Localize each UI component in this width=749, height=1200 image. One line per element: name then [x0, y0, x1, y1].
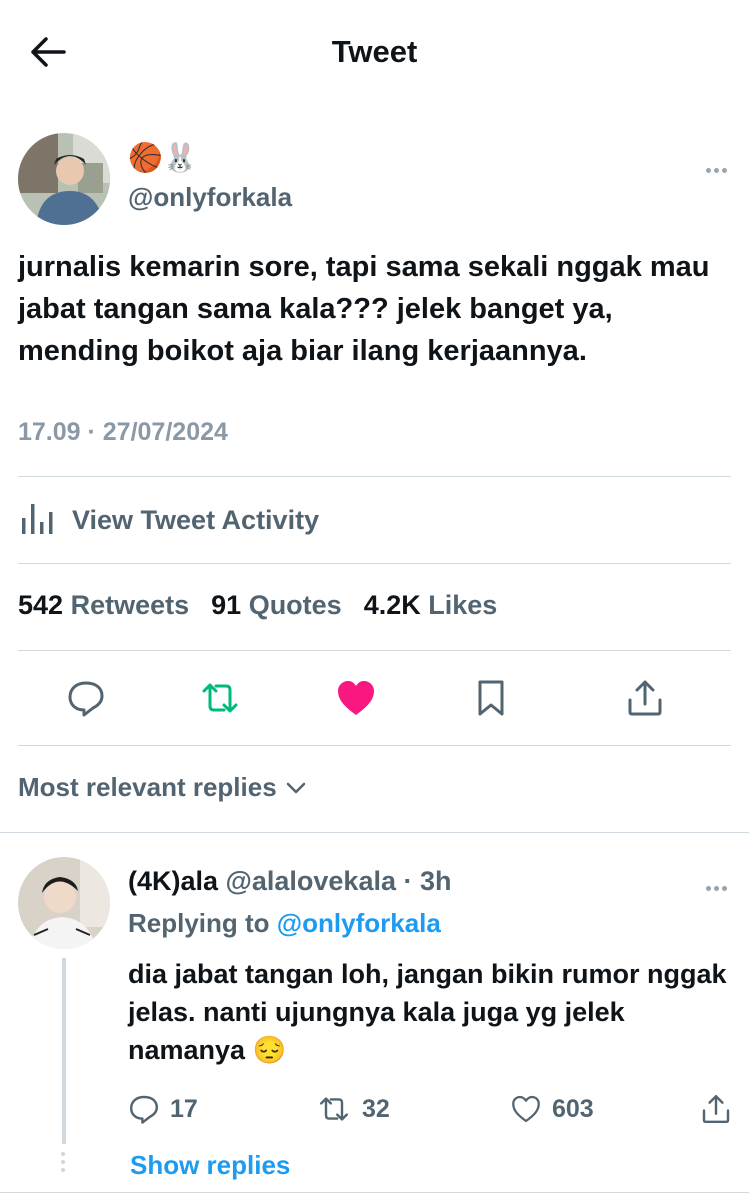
reply-icon[interactable] — [64, 676, 108, 720]
page-title: Tweet — [331, 34, 418, 69]
more-icon[interactable] — [706, 160, 734, 173]
more-icon[interactable] — [706, 878, 734, 891]
top-bar: Tweet — [0, 0, 749, 100]
replying-to-handle-link[interactable]: @onlyforkala — [277, 908, 441, 938]
reply-header: (4K)ala @alalovekala · 3h — [128, 866, 452, 897]
replying-to-prefix: Replying to — [128, 908, 270, 938]
replying-to: Replying to @onlyforkala — [128, 908, 441, 939]
reply-author-name[interactable]: (4K)ala — [128, 866, 218, 896]
quotes-stat[interactable]: 91 Quotes — [211, 590, 342, 621]
heart-icon[interactable] — [334, 676, 378, 720]
retweet-icon — [316, 1093, 352, 1125]
divider — [0, 832, 749, 833]
reply-retweet-button[interactable]: 32 — [316, 1092, 390, 1126]
bookmark-icon[interactable] — [469, 676, 513, 720]
divider — [18, 650, 731, 651]
reply-replies-count: 17 — [170, 1094, 198, 1123]
reply-like-button[interactable]: 603 — [510, 1092, 594, 1126]
divider — [18, 563, 731, 564]
reply-author-avatar[interactable] — [18, 857, 110, 949]
reply-reply-button[interactable]: 17 — [128, 1092, 198, 1126]
activity-label: View Tweet Activity — [72, 504, 320, 535]
chevron-down-icon — [285, 781, 307, 795]
reply-text: dia jabat tangan loh, jangan bikin rumor… — [128, 959, 727, 1065]
reply-retweets-count: 32 — [362, 1094, 390, 1123]
retweet-icon[interactable] — [198, 676, 242, 720]
author-handle[interactable]: @onlyforkala — [128, 182, 292, 213]
reply-likes-count: 603 — [552, 1094, 594, 1123]
author-avatar[interactable] — [18, 133, 110, 225]
reply-share-button[interactable] — [700, 1092, 732, 1126]
retweets-stat[interactable]: 542 Retweets — [18, 590, 189, 621]
thread-dots — [61, 1152, 67, 1176]
replies-sort-dropdown[interactable]: Most relevant replies — [18, 772, 307, 803]
reply-icon — [128, 1093, 160, 1125]
author-display-name[interactable]: 🏀🐰 — [128, 140, 198, 176]
reply-author-meta[interactable]: @alalovekala · 3h — [226, 866, 452, 896]
tweet-timestamp[interactable]: 17.09 · 27/07/2024 — [18, 418, 228, 447]
heart-outline-icon — [510, 1094, 542, 1124]
show-replies-link[interactable]: Show replies — [130, 1150, 290, 1181]
divider — [18, 476, 731, 477]
divider — [18, 745, 731, 746]
tweet-stats: 542 Retweets 91 Quotes 4.2K Likes — [18, 590, 497, 621]
tweet-text: jurnalis kemarin sore, tapi sama sekali … — [18, 251, 710, 367]
divider — [0, 1192, 749, 1193]
share-icon[interactable] — [623, 676, 667, 720]
replies-sort-label: Most relevant replies — [18, 772, 277, 802]
share-icon — [700, 1092, 732, 1126]
thread-line — [62, 958, 66, 1144]
view-tweet-activity-button[interactable]: View Tweet Activity — [18, 498, 319, 542]
bar-chart-icon — [18, 500, 58, 541]
likes-stat[interactable]: 4.2K Likes — [364, 590, 498, 621]
